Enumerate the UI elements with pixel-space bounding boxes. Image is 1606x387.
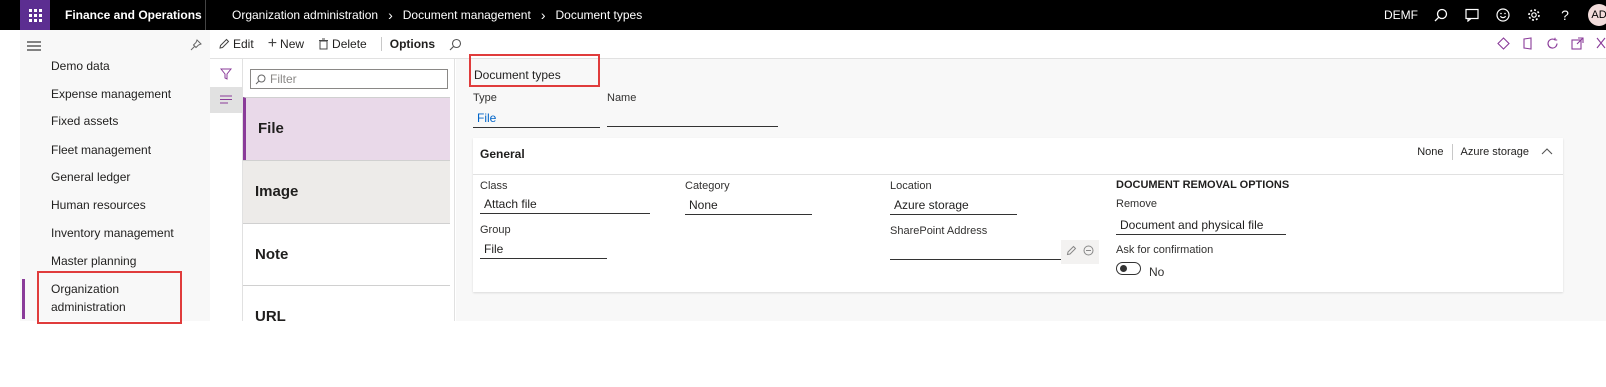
name-label: Name — [607, 92, 637, 104]
list-item-image[interactable]: Image — [243, 160, 450, 223]
waffle-icon — [28, 8, 42, 22]
company-picker[interactable]: DEMF — [1384, 8, 1418, 22]
chevron-right-icon: › — [388, 7, 393, 23]
highlight-box — [469, 54, 600, 87]
options-label: Options — [389, 37, 436, 51]
filter-icon[interactable] — [219, 67, 233, 85]
help-icon[interactable]: ? — [1557, 7, 1573, 23]
remove-label: Remove — [1116, 198, 1157, 210]
search-icon — [255, 74, 266, 84]
breadcrumb: Organization administration › Document m… — [232, 8, 642, 22]
location-label: Location — [890, 180, 932, 192]
search-icon — [449, 38, 462, 50]
nav-item-demo-data[interactable]: Demo data — [51, 59, 110, 73]
nav-item-fixed-assets[interactable]: Fixed assets — [51, 114, 118, 128]
message-icon[interactable] — [1464, 7, 1480, 23]
new-label: New — [280, 37, 305, 51]
app-launcher-button[interactable] — [20, 0, 50, 30]
plus-icon: + — [267, 35, 278, 52]
breadcrumb-item[interactable]: Document types — [556, 8, 643, 22]
new-button[interactable]: + New — [267, 35, 305, 52]
summary-field: Azure storage — [1460, 146, 1529, 158]
list-item-file[interactable]: File — [243, 97, 450, 160]
list-rail — [210, 59, 243, 321]
list-icon — [220, 95, 232, 104]
toggle-knob — [1120, 265, 1127, 272]
office-icon[interactable] — [1522, 37, 1534, 53]
top-bar-actions: DEMF ? AD — [1384, 0, 1606, 30]
record-list: File Image Note URL — [243, 59, 455, 325]
sharepoint-actions — [1061, 240, 1099, 264]
general-fasttab: General None Azure storage Class Attach … — [473, 138, 1563, 292]
confirm-toggle[interactable] — [1116, 262, 1141, 275]
delete-button[interactable]: Delete — [318, 37, 367, 51]
gear-icon[interactable] — [1526, 7, 1542, 23]
fasttab-summary: None Azure storage — [1417, 144, 1553, 160]
divider — [473, 174, 1563, 175]
trash-icon — [319, 38, 329, 50]
filter-input[interactable] — [270, 72, 440, 86]
options-button[interactable]: Options — [390, 37, 435, 51]
sharepoint-label: SharePoint Address — [890, 225, 988, 237]
nav-item-fleet-management[interactable]: Fleet management — [51, 143, 151, 157]
group-field[interactable]: File — [480, 240, 607, 259]
hamburger-menu-icon[interactable] — [27, 39, 41, 57]
nav-item-master-planning[interactable]: Master planning — [51, 254, 136, 268]
app-title[interactable]: Finance and Operations — [65, 8, 202, 22]
action-pane: Edit + New Delete Options — [210, 30, 1606, 59]
list-item-url[interactable]: URL — [243, 285, 450, 325]
highlight-box — [37, 271, 182, 324]
pencil-icon[interactable] — [1066, 243, 1077, 261]
chevron-right-icon: › — [540, 7, 546, 23]
search-button[interactable] — [449, 38, 462, 51]
sharepoint-field[interactable] — [890, 242, 1061, 260]
summary-field: None — [1417, 146, 1444, 158]
type-field[interactable]: File — [473, 109, 600, 128]
power-apps-icon[interactable] — [1497, 37, 1510, 53]
type-label: Type — [473, 92, 497, 104]
avatar[interactable]: AD — [1588, 4, 1606, 26]
chevron-up-icon[interactable] — [1541, 146, 1553, 158]
divider — [1451, 144, 1453, 160]
group-label: Group — [480, 224, 511, 236]
edit-label: Edit — [233, 37, 254, 51]
class-field[interactable]: Attach file — [480, 195, 650, 214]
breadcrumb-item[interactable]: Document management — [403, 8, 531, 22]
top-bar: Finance and Operations Organization admi… — [0, 0, 1606, 30]
nav-item-inventory-management[interactable]: Inventory management — [51, 226, 174, 240]
divider — [380, 37, 382, 51]
edit-button[interactable]: Edit — [218, 37, 254, 51]
divider — [205, 0, 206, 30]
nav-item-general-ledger[interactable]: General ledger — [51, 170, 130, 184]
name-field[interactable] — [607, 109, 778, 127]
confirm-label: Ask for confirmation — [1116, 244, 1214, 256]
close-icon[interactable] — [1596, 37, 1606, 53]
list-item-note[interactable]: Note — [243, 223, 450, 286]
category-field[interactable]: None — [685, 196, 812, 215]
breadcrumb-item[interactable]: Organization administration — [232, 8, 378, 22]
active-indicator — [22, 279, 25, 319]
delete-label: Delete — [332, 37, 367, 51]
clear-icon[interactable] — [1083, 243, 1094, 261]
pencil-icon — [219, 38, 230, 49]
filter-field[interactable] — [250, 69, 448, 89]
location-field[interactable]: Azure storage — [890, 196, 1017, 215]
open-new-window-icon[interactable] — [1571, 37, 1584, 53]
details-pane: Document types Type File Name General No… — [456, 59, 1606, 321]
remove-field[interactable]: Document and physical file — [1116, 216, 1286, 235]
nav-item-expense-management[interactable]: Expense management — [51, 87, 171, 101]
feedback-smile-icon[interactable] — [1495, 7, 1511, 23]
confirm-value: No — [1149, 265, 1165, 279]
removal-options-heading: DOCUMENT REMOVAL OPTIONS — [1116, 179, 1290, 191]
fasttab-title[interactable]: General — [480, 147, 525, 161]
category-label: Category — [685, 180, 730, 192]
search-icon[interactable] — [1433, 7, 1449, 23]
refresh-icon[interactable] — [1546, 37, 1559, 53]
unpin-icon[interactable] — [190, 38, 202, 56]
list-view-toggle[interactable] — [210, 87, 243, 113]
nav-item-human-resources[interactable]: Human resources — [51, 198, 146, 212]
class-label: Class — [480, 180, 508, 192]
action-pane-right-icons — [1497, 37, 1606, 53]
